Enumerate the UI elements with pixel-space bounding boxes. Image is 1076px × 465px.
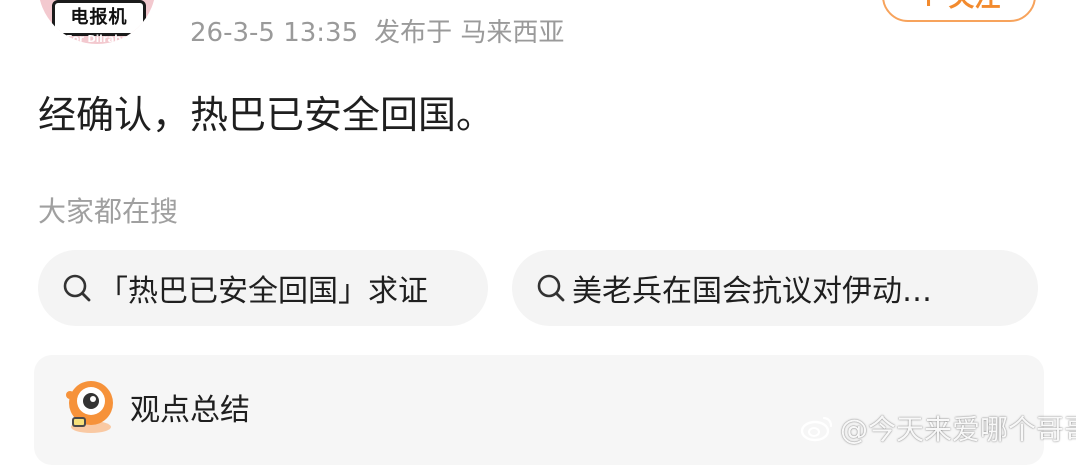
post-text: 经确认，热巴已安全回国。 — [38, 93, 495, 137]
search-icon — [537, 274, 565, 302]
post-timestamp: 26-3-5 13:35 — [190, 18, 359, 48]
search-chip-label: 「热巴已安全回国」求证 — [98, 274, 428, 309]
trending-search-title: 大家都在搜 — [38, 195, 179, 228]
follow-button[interactable]: + 关注 — [882, 0, 1036, 22]
search-chip[interactable]: 「热巴已安全回国」求证 — [38, 250, 488, 326]
watermark: @今天来爱哪个哥哥 — [800, 408, 1076, 448]
avatar[interactable]: 电报机 For Dilraba — [38, 0, 156, 44]
weibo-icon — [800, 416, 833, 442]
mascot-icon — [66, 381, 113, 433]
search-chip-label: 美老兵在国会抗议对伊动… — [572, 274, 932, 309]
avatar-logo-text: 电报机 — [52, 0, 146, 36]
search-icon — [63, 274, 91, 302]
post-location: 发布于 马来西亚 — [374, 18, 565, 48]
search-chip[interactable]: 美老兵在国会抗议对伊动… — [512, 250, 1038, 326]
summary-title: 观点总结 — [130, 393, 250, 428]
watermark-text: @今天来爱哪个哥哥 — [840, 413, 1076, 446]
post-meta: 26-3-5 13:35 发布于 马来西亚 — [190, 12, 564, 49]
avatar-logo-subtext: For Dilraba — [65, 34, 129, 44]
